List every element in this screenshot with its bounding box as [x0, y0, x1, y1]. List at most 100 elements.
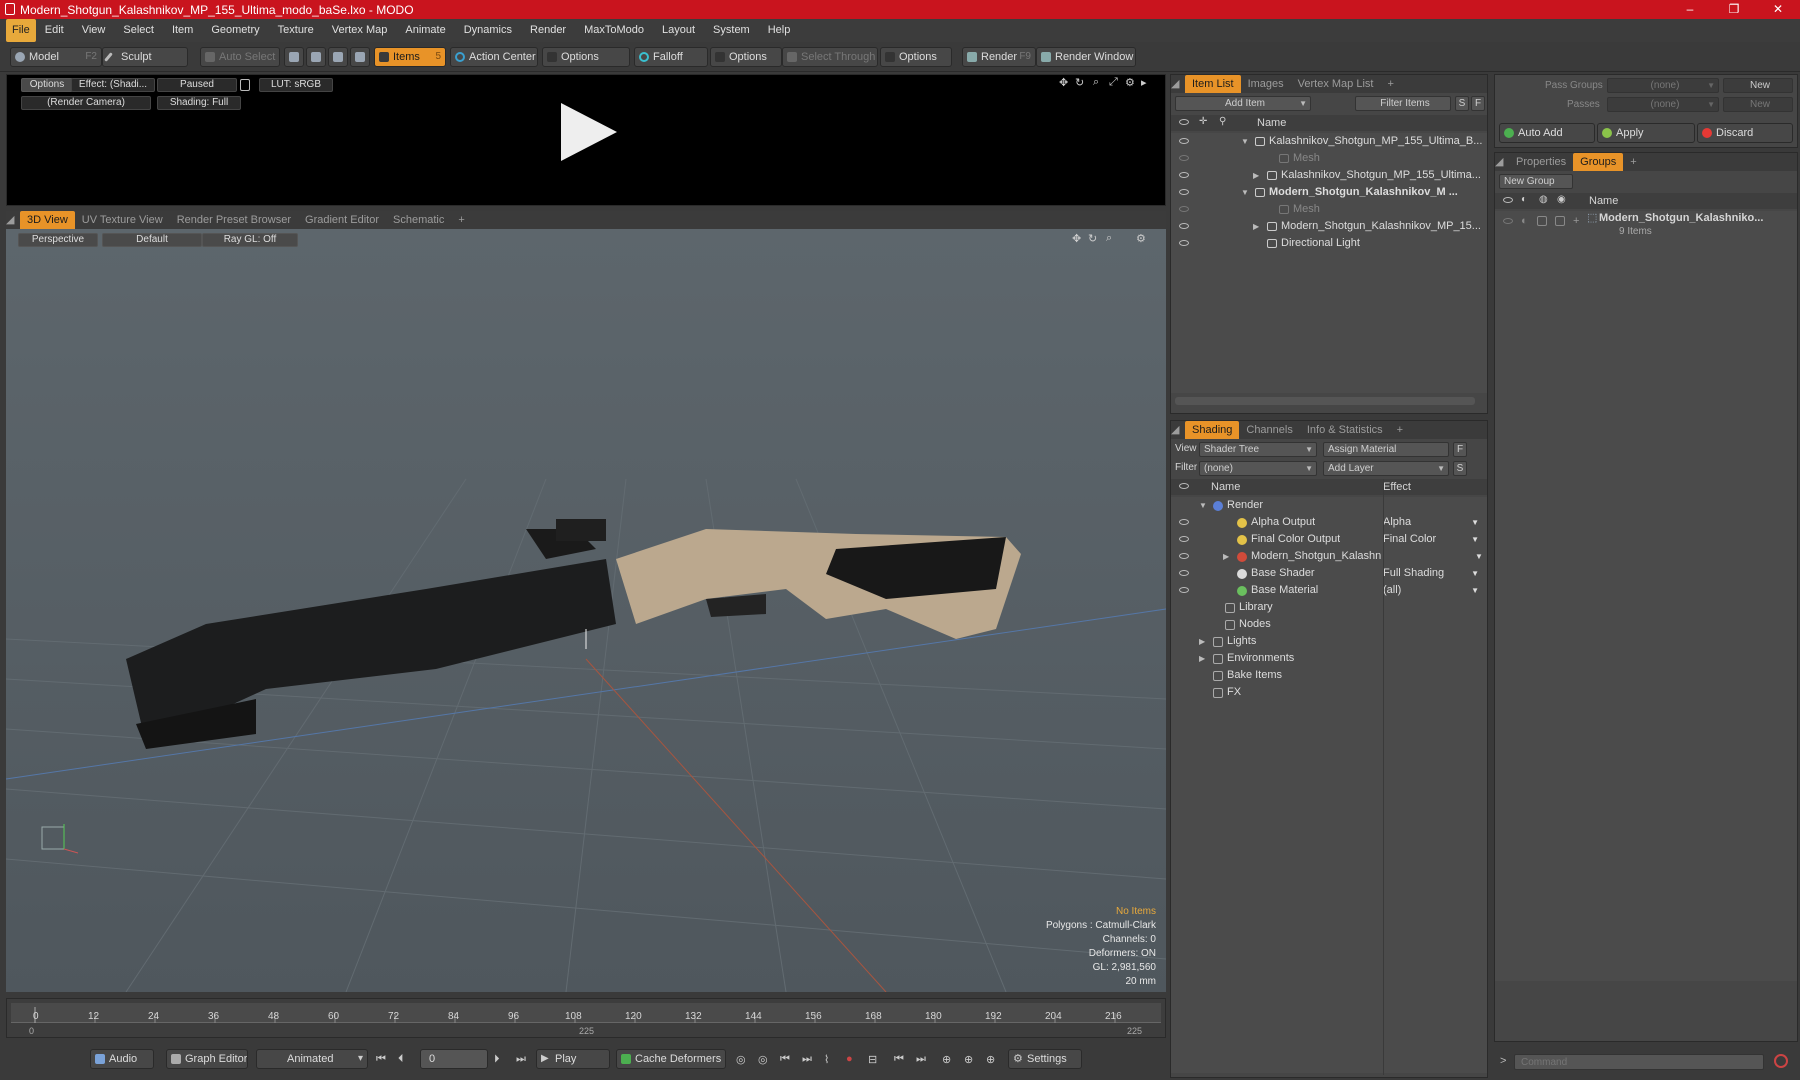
menu-file[interactable]: File — [6, 19, 36, 42]
filter-s-button[interactable]: S — [1455, 96, 1469, 111]
paused-button[interactable]: Paused — [157, 78, 237, 92]
effect-dropdown[interactable]: Final Color ▼ — [1383, 531, 1483, 548]
add-item-dropdown[interactable]: Add Item ▼ — [1175, 96, 1311, 111]
render-button[interactable]: Render F9 — [962, 47, 1036, 67]
auto-add-button[interactable]: Auto Add — [1499, 123, 1595, 143]
tab-channels[interactable]: Channels — [1239, 421, 1299, 439]
3d-viewport[interactable]: Perspective Default Ray GL: Off ✥ ↻ ⌕ ⚙ … — [6, 229, 1166, 992]
record-icon[interactable]: ● — [846, 1053, 853, 1065]
menu-vertex-map[interactable]: Vertex Map — [323, 19, 397, 42]
apply-button[interactable]: Apply — [1597, 123, 1695, 143]
key-filter-icon[interactable]: ⊟ — [868, 1053, 877, 1066]
render-window-button[interactable]: Render Window — [1036, 47, 1136, 67]
edges-mode-button[interactable] — [306, 47, 326, 67]
expand-icon[interactable]: ▶ — [1253, 167, 1259, 184]
item-list-row[interactable]: ▼ Modern_Shotgun_Kalashnikov_M ... — [1171, 184, 1487, 201]
visibility-icon[interactable] — [1179, 536, 1189, 542]
preview-options-button[interactable]: Options — [21, 78, 73, 92]
materials-mode-button[interactable] — [350, 47, 370, 67]
minimize-button[interactable]: – — [1668, 0, 1712, 19]
group-row[interactable]: ◐ + ⬚ Modern_Shotgun_Kalashniko... 9 Ite… — [1495, 211, 1797, 241]
render-toggle-icon[interactable]: ◐ — [1521, 215, 1528, 227]
add-layer-dropdown[interactable]: Add Layer ▼ — [1323, 461, 1449, 476]
menu-help[interactable]: Help — [759, 19, 800, 42]
tab-render-preset-browser[interactable]: Render Preset Browser — [170, 211, 298, 229]
new-group-button[interactable]: New Group — [1499, 174, 1573, 189]
pan-view-icon[interactable]: ✥ — [1072, 232, 1081, 245]
shader-tree-row[interactable]: Base Material (all) ▼ — [1171, 582, 1487, 599]
visibility-icon[interactable] — [1179, 553, 1189, 559]
tab-groups[interactable]: Groups — [1573, 153, 1624, 171]
frame-input[interactable]: 0 — [420, 1049, 488, 1069]
auto-select-button[interactable]: Auto Select — [200, 47, 280, 67]
lock-toggle-icon[interactable] — [1537, 216, 1547, 226]
select-through-button[interactable]: Select Through — [782, 47, 878, 67]
maximize-view-icon[interactable]: ⤢ — [1109, 76, 1118, 89]
effect-column-header[interactable]: Effect — [1383, 481, 1411, 493]
channel-icon[interactable]: ⊕ — [942, 1053, 951, 1066]
dropdown-arrow-icon[interactable]: ▼ — [1475, 548, 1483, 565]
shader-tree-row[interactable]: ▼ Render — [1171, 497, 1487, 514]
shader-tree-row[interactable]: ▶ Modern_Shotgun_Kalashni ... ▼ — [1171, 548, 1487, 565]
menu-select[interactable]: Select — [114, 19, 163, 42]
shader-tree-row[interactable]: Final Color Output Final Color ▼ — [1171, 531, 1487, 548]
prev-frame-icon[interactable]: ⏴ — [398, 1053, 404, 1066]
expand-icon[interactable]: ▶ — [1253, 218, 1259, 235]
lock-icon[interactable] — [240, 79, 250, 91]
select-toggle-icon[interactable] — [1555, 216, 1565, 226]
rotate-view-icon[interactable]: ↻ — [1088, 232, 1097, 245]
expand-icon[interactable]: ▼ — [1199, 497, 1207, 514]
expand-icon[interactable]: + — [1573, 215, 1579, 227]
items-mode-button[interactable]: Items 5 — [374, 47, 446, 67]
render-camera-dropdown[interactable]: (Render Camera) — [21, 96, 151, 110]
tab-schematic[interactable]: Schematic — [386, 211, 451, 229]
go-start-icon[interactable]: ⏮ — [376, 1053, 386, 1066]
item-list-row[interactable]: Directional Light — [1171, 235, 1487, 252]
menu-render[interactable]: Render — [521, 19, 575, 42]
shading-dropdown[interactable]: Shading: Full — [157, 96, 241, 110]
next-marker-icon[interactable]: ⏭ — [916, 1053, 926, 1066]
sculpt-mode-button[interactable]: Sculpt — [102, 47, 188, 67]
visibility-icon[interactable] — [1179, 519, 1189, 525]
visibility-icon[interactable] — [1179, 189, 1189, 195]
visibility-icon[interactable] — [1179, 587, 1189, 593]
name-column-header[interactable]: Name — [1211, 481, 1240, 493]
go-end-icon[interactable]: ⏭ — [516, 1053, 526, 1066]
audio-button[interactable]: Audio — [90, 1049, 154, 1069]
timeline[interactable]: 0 12 24 36 48 60 72 84 96 108 120 132 14… — [6, 998, 1166, 1038]
tab-properties[interactable]: Properties — [1509, 153, 1573, 171]
effect-dropdown[interactable]: Alpha ▼ — [1383, 514, 1483, 531]
menu-system[interactable]: System — [704, 19, 759, 42]
gear-icon[interactable]: ⚙ — [1125, 76, 1135, 89]
animated-dropdown[interactable]: Animated ▾ — [256, 1049, 368, 1069]
shader-tree-row[interactable]: Nodes — [1171, 616, 1487, 633]
visibility-icon[interactable] — [1179, 240, 1189, 246]
timeline-ruler[interactable]: 0 12 24 36 48 60 72 84 96 108 120 132 14… — [11, 1003, 1161, 1023]
item-list-scrollbar[interactable] — [1175, 397, 1475, 405]
assign-material-button[interactable]: Assign Material — [1323, 442, 1449, 457]
model-mode-button[interactable]: Model F2 — [10, 47, 102, 67]
channel-link-icon[interactable]: ⊕ — [964, 1053, 973, 1066]
expand-icon[interactable]: ▶ — [1223, 548, 1229, 565]
settings-button[interactable]: ⚙ Settings — [1008, 1049, 1082, 1069]
add-tab-button[interactable]: + — [1390, 421, 1410, 439]
menu-geometry[interactable]: Geometry — [202, 19, 268, 42]
visibility-icon[interactable] — [1179, 206, 1189, 212]
falloff-options-button[interactable]: Options — [710, 47, 782, 67]
graph-editor-button[interactable]: Graph Editor — [166, 1049, 248, 1069]
menu-maxtomodo[interactable]: MaxToModo — [575, 19, 653, 42]
menu-edit[interactable]: Edit — [36, 19, 73, 42]
action-center-button[interactable]: Action Center — [450, 47, 538, 67]
tab-shading[interactable]: Shading — [1185, 421, 1240, 439]
channel-sets-icon[interactable]: ⊕ — [986, 1053, 995, 1066]
visibility-icon[interactable] — [1179, 138, 1189, 144]
item-list-row[interactable]: ▼ Kalashnikov_Shotgun_MP_155_Ultima_B... — [1171, 133, 1487, 150]
panel-menu-icon[interactable]: ▸ — [1141, 76, 1147, 89]
polygons-mode-button[interactable] — [328, 47, 348, 67]
close-button[interactable]: ✕ — [1756, 0, 1800, 19]
default-style-dropdown[interactable]: Default — [102, 233, 202, 247]
expand-icon[interactable]: ▶ — [1199, 650, 1205, 667]
tab-vertex-map-list[interactable]: Vertex Map List — [1291, 75, 1381, 93]
next-key-icon[interactable]: ⏭ — [802, 1053, 812, 1066]
item-list-row[interactable]: Mesh — [1171, 201, 1487, 218]
